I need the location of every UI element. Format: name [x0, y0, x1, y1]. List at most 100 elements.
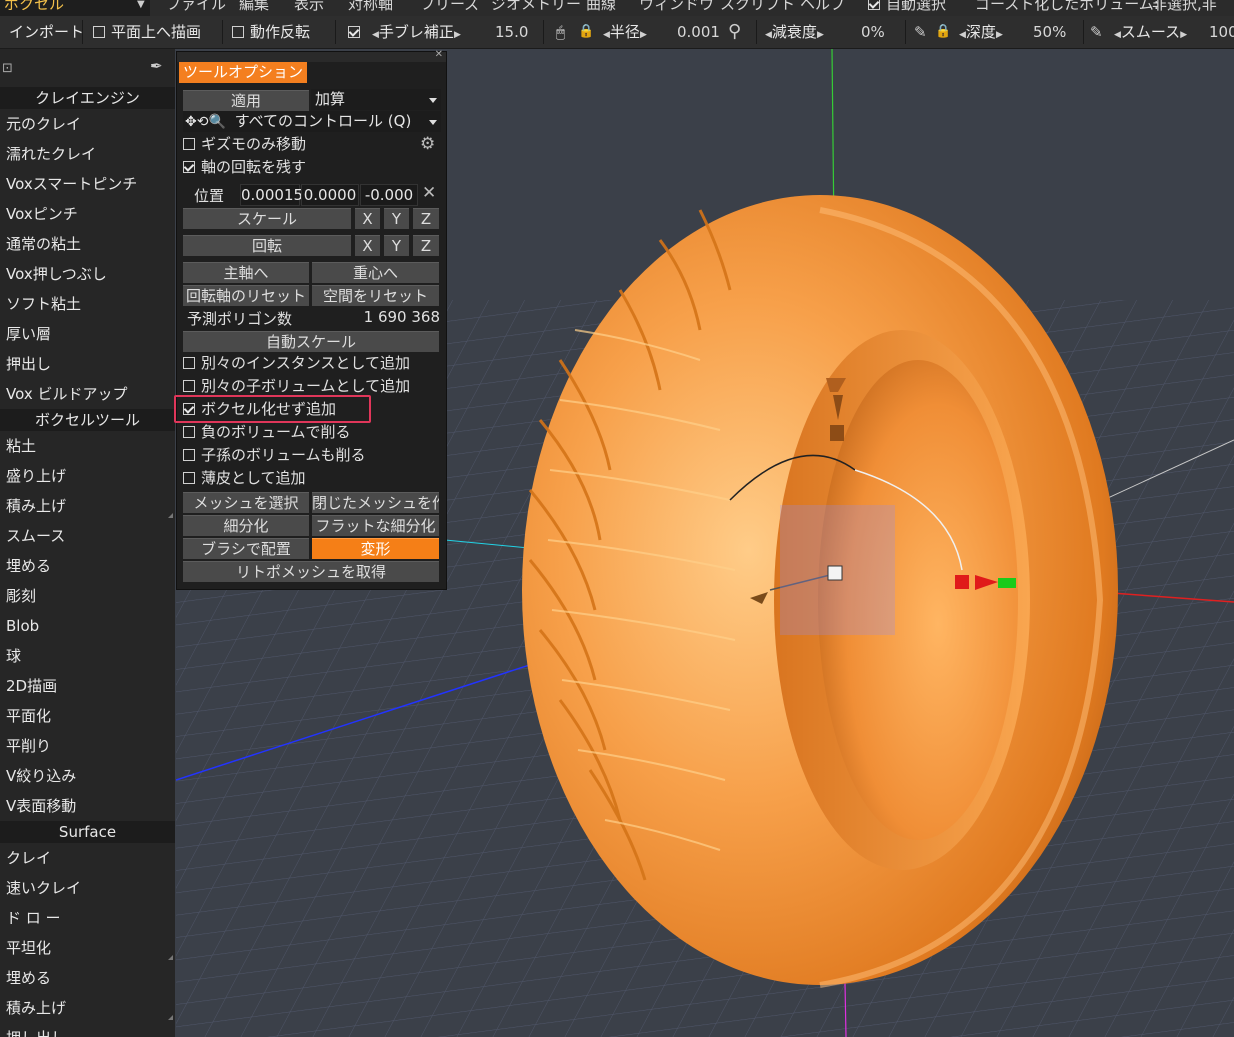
- radius-control[interactable]: ◀半径▶: [603, 16, 647, 48]
- gear-icon[interactable]: ⚙: [420, 134, 435, 154]
- sidebar-section-header[interactable]: クレイエンジン: [0, 87, 175, 109]
- sidebar-tool-item[interactable]: 元のクレイ: [0, 109, 175, 139]
- panel-titlebar[interactable]: ✕: [177, 49, 446, 62]
- import-button[interactable]: インポート: [9, 16, 84, 48]
- controls-select[interactable]: ✥⟲🔍 すべてのコントロール (Q): [183, 111, 441, 132]
- checkbox-box[interactable]: [183, 472, 195, 484]
- sidebar-tool-item[interactable]: 速いクレイ: [0, 873, 175, 903]
- add-option-checkbox[interactable]: 薄皮として追加: [183, 468, 306, 489]
- checkbox-box[interactable]: [183, 357, 195, 369]
- scale-y-button[interactable]: Y: [384, 208, 409, 229]
- sidebar-tool-item[interactable]: 埋める: [0, 963, 175, 993]
- scale-button[interactable]: スケール: [183, 208, 351, 229]
- sidebar-tool-item[interactable]: クレイ: [0, 843, 175, 873]
- stabilizer-value[interactable]: 15.0: [495, 16, 528, 48]
- position-z-field[interactable]: -0.000: [360, 184, 418, 206]
- sidebar-tool-item[interactable]: 厚い層: [0, 319, 175, 349]
- pen-icon[interactable]: ✒: [150, 57, 163, 75]
- sidebar-tool-item[interactable]: 積み上げ: [0, 491, 175, 521]
- sidebar-section-header[interactable]: ボクセルツール: [0, 409, 175, 431]
- sidebar-tool-item[interactable]: 平坦化: [0, 933, 175, 963]
- smooth-value[interactable]: 100: [1209, 16, 1234, 48]
- sidebar-tool-item[interactable]: 彫刻: [0, 581, 175, 611]
- sidebar-tool-item[interactable]: 押し出し: [0, 1023, 175, 1037]
- checkbox-box[interactable]: [183, 426, 195, 438]
- sidebar-tool-item[interactable]: V絞り込み: [0, 761, 175, 791]
- add-option-checkbox[interactable]: 子孫のボリュームも削る: [183, 445, 366, 466]
- position-x-field[interactable]: 0.00015: [240, 184, 303, 206]
- auto-select-checkbox[interactable]: 自動選択: [868, 0, 946, 12]
- brush-icon[interactable]: ⚲: [728, 16, 741, 48]
- sidebar-tool-item[interactable]: 積み上げ: [0, 993, 175, 1023]
- sidebar-tool-item[interactable]: Voxスマートピンチ: [0, 169, 175, 199]
- rotate-y-button[interactable]: Y: [384, 235, 409, 256]
- transform-button[interactable]: 変形: [312, 538, 439, 559]
- subdivide-button[interactable]: 細分化: [183, 515, 309, 536]
- sidebar-tool-item[interactable]: Vox ビルドアップ: [0, 379, 175, 409]
- sidebar-tool-item[interactable]: Vox押しつぶし: [0, 259, 175, 289]
- sidebar-tool-item[interactable]: 通常の粘土: [0, 229, 175, 259]
- depth-value[interactable]: 50%: [1033, 16, 1066, 48]
- sidebar-tool-item[interactable]: 濡れたクレイ: [0, 139, 175, 169]
- to-center-of-mass-button[interactable]: 重心へ: [312, 262, 439, 283]
- rotate-button[interactable]: 回転: [183, 235, 351, 256]
- stabilizer-control[interactable]: ◀手ブレ補正▶: [372, 16, 461, 48]
- flat-subdivide-button[interactable]: フラットな細分化: [312, 515, 439, 536]
- scale-x-button[interactable]: X: [355, 208, 380, 229]
- position-y-field[interactable]: 0.0000: [301, 184, 359, 206]
- add-option-checkbox[interactable]: 負のボリュームで削る: [183, 422, 351, 443]
- smooth-control[interactable]: ◀スムース▶: [1114, 16, 1187, 48]
- add-option-checkbox[interactable]: 別々のインスタンスとして追加: [183, 353, 410, 374]
- select-mesh-button[interactable]: メッシュを選択: [183, 492, 309, 513]
- sidebar-tool-item[interactable]: 埋める: [0, 551, 175, 581]
- mode-dropdown[interactable]: ボクセル ▼: [0, 0, 150, 16]
- menu-file[interactable]: ファイル: [166, 0, 226, 12]
- falloff-value[interactable]: 0%: [861, 16, 885, 48]
- falloff-control[interactable]: ◀減衰度▶: [765, 16, 824, 48]
- reset-space-button[interactable]: 空間をリセット: [312, 285, 439, 306]
- close-icon[interactable]: ✕: [435, 49, 443, 60]
- draw-on-plane-checkbox[interactable]: 平面上へ描画: [93, 16, 201, 48]
- depth-control[interactable]: ◀深度▶: [959, 16, 1003, 48]
- get-retopo-mesh-button[interactable]: リトポメッシュを取得: [183, 561, 439, 582]
- menu-curves[interactable]: 曲線: [586, 0, 616, 12]
- mouse-icon[interactable]: 🖱: [556, 16, 565, 48]
- scale-z-button[interactable]: Z: [413, 208, 439, 229]
- sidebar-tool-item[interactable]: 2D描画: [0, 671, 175, 701]
- sidebar-tool-item[interactable]: ド ロ ー: [0, 903, 175, 933]
- sidebar-tool-item[interactable]: Voxピンチ: [0, 199, 175, 229]
- checkbox-box[interactable]: [183, 380, 195, 392]
- rotate-x-button[interactable]: X: [355, 235, 380, 256]
- place-with-brush-button[interactable]: ブラシで配置: [183, 538, 309, 559]
- lock-icon[interactable]: 🔒: [935, 16, 951, 48]
- menu-symmetry[interactable]: 対称軸: [348, 0, 393, 12]
- menu-geometry[interactable]: ジオメトリー: [491, 0, 581, 12]
- menu-help[interactable]: ヘルプ: [800, 0, 845, 12]
- sidebar-tool-item[interactable]: 平削り: [0, 731, 175, 761]
- to-principal-axis-button[interactable]: 主軸へ: [183, 262, 309, 283]
- menu-view[interactable]: 表示: [294, 0, 324, 12]
- sidebar-section-header[interactable]: Surface: [0, 821, 175, 843]
- checkbox-box[interactable]: [183, 449, 195, 461]
- add-option-checkbox[interactable]: 別々の子ボリュームとして追加: [183, 376, 410, 397]
- rotate-z-button[interactable]: Z: [413, 235, 439, 256]
- keep-axis-rotation-checkbox[interactable]: 軸の回転を残す: [183, 157, 306, 178]
- tab-tool-options[interactable]: ツールオプション: [179, 62, 308, 83]
- invert-action-checkbox[interactable]: 動作反転: [232, 16, 310, 48]
- ghost-volume-value[interactable]: 非選択,非: [1152, 0, 1217, 12]
- sidebar-tool-item[interactable]: 押出し: [0, 349, 175, 379]
- sidebar-tool-item[interactable]: 盛り上げ: [0, 461, 175, 491]
- sidebar-tool-item[interactable]: Blob: [0, 611, 175, 641]
- menu-edit[interactable]: 編集: [239, 0, 269, 12]
- clear-icon[interactable]: ✕: [422, 183, 436, 203]
- lock-icon[interactable]: 🔒: [578, 16, 594, 48]
- stabilizer-checkbox[interactable]: [348, 16, 366, 48]
- sidebar-tool-item[interactable]: ソフト粘土: [0, 289, 175, 319]
- closed-mesh-button[interactable]: 閉じたメッシュを作: [312, 492, 439, 513]
- sidebar-tool-item[interactable]: 粘土: [0, 431, 175, 461]
- auto-scale-button[interactable]: 自動スケール: [183, 331, 439, 352]
- sidebar-tool-item[interactable]: スムース: [0, 521, 175, 551]
- menu-freeze[interactable]: フリーズ: [420, 0, 479, 12]
- menu-script[interactable]: スクリプト: [720, 0, 795, 12]
- mode-select[interactable]: 加算: [311, 89, 441, 110]
